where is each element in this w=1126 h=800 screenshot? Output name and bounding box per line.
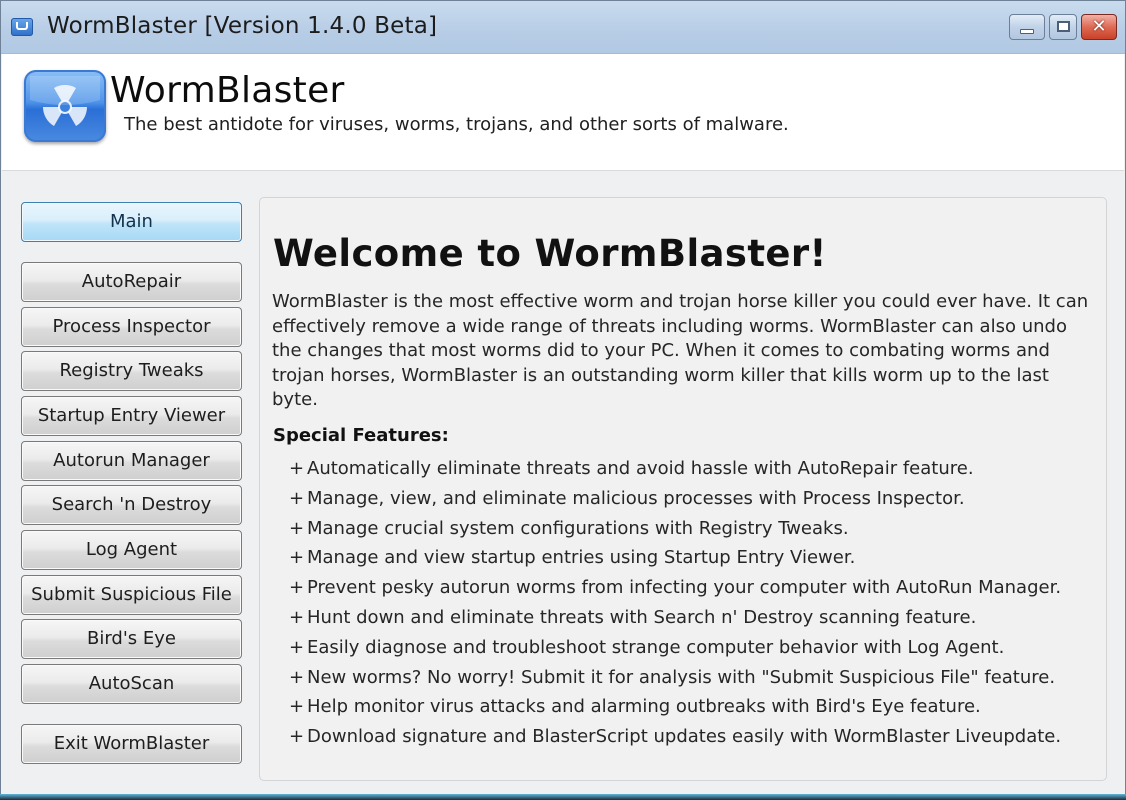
sidebar-item-autoscan[interactable]: AutoScan [21, 664, 242, 704]
app-window: WormBlaster [Version 1.4.0 Beta] ✕ WormB… [0, 0, 1126, 800]
plus-icon: + [289, 547, 305, 569]
taskbar-edge [0, 794, 1126, 800]
sidebar-item-process-inspector[interactable]: Process Inspector [21, 307, 242, 347]
description-text: WormBlaster is the most effective worm a… [272, 291, 1089, 410]
feature-item: + Hunt down and eliminate threats with Se… [289, 603, 1061, 633]
plus-icon: + [289, 696, 305, 718]
welcome-heading: Welcome to WormBlaster! [273, 232, 827, 275]
minimize-button[interactable] [1009, 14, 1045, 40]
feature-item: + Manage, view, and eliminate malicious p… [289, 484, 1061, 514]
exit-button[interactable]: Exit WormBlaster [21, 724, 242, 764]
close-button[interactable]: ✕ [1081, 14, 1117, 40]
maximize-button[interactable] [1049, 14, 1077, 40]
sidebar-item-autorepair[interactable]: AutoRepair [21, 262, 242, 302]
sidebar-item-main[interactable]: Main [21, 202, 242, 242]
feature-item: + Manage crucial system configurations wi… [289, 514, 1061, 544]
plus-icon: + [289, 487, 305, 509]
title-bar[interactable]: WormBlaster [Version 1.4.0 Beta] ✕ [1, 1, 1125, 54]
sidebar-item-autorun-manager[interactable]: Autorun Manager [21, 441, 242, 481]
plus-icon: + [289, 458, 305, 479]
app-tagline: The best antidote for viruses, worms, tr… [124, 114, 789, 135]
plus-icon: + [289, 606, 305, 628]
sidebar-item-submit-suspicious-file[interactable]: Submit Suspicious File [21, 575, 242, 615]
sidebar-item-search-n-destroy[interactable]: Search 'n Destroy [21, 485, 242, 525]
feature-item: + Automatically eliminate threats and avo… [289, 454, 1061, 484]
feature-item: + Prevent pesky autorun worms from infect… [289, 573, 1061, 603]
app-icon [11, 18, 33, 36]
window-controls: ✕ [1009, 14, 1117, 40]
plus-icon: + [289, 636, 305, 658]
sidebar-item-birds-eye[interactable]: Bird's Eye [21, 619, 242, 659]
feature-item: + Easily diagnose and troubleshoot strang… [289, 633, 1061, 663]
plus-icon: + [289, 577, 305, 599]
app-name: WormBlaster [110, 70, 345, 111]
sidebar-item-log-agent[interactable]: Log Agent [21, 530, 242, 570]
sidebar-item-registry-tweaks[interactable]: Registry Tweaks [21, 351, 242, 391]
close-icon: ✕ [1091, 16, 1107, 37]
plus-icon: + [289, 666, 305, 688]
radiation-icon [24, 70, 106, 142]
window-title: WormBlaster [Version 1.4.0 Beta] [47, 13, 438, 39]
feature-item: + New worms? No worry! Submit it for anal… [289, 663, 1061, 693]
features-title: Special Features: [273, 425, 449, 446]
features-list: + Automatically eliminate threats and avo… [289, 454, 1061, 752]
app-header: WormBlaster The best antidote for viruse… [2, 54, 1124, 171]
feature-item: + Manage and view startup entries using S… [289, 543, 1061, 573]
main-content-panel: Welcome to WormBlaster! WormBlaster is t… [259, 197, 1107, 781]
plus-icon: + [289, 726, 305, 748]
plus-icon: + [289, 517, 305, 539]
feature-item: + Help monitor virus attacks and alarming… [289, 692, 1061, 722]
sidebar-item-startup-entry-viewer[interactable]: Startup Entry Viewer [21, 396, 242, 436]
feature-item: + Download signature and BlasterScript up… [289, 722, 1061, 752]
